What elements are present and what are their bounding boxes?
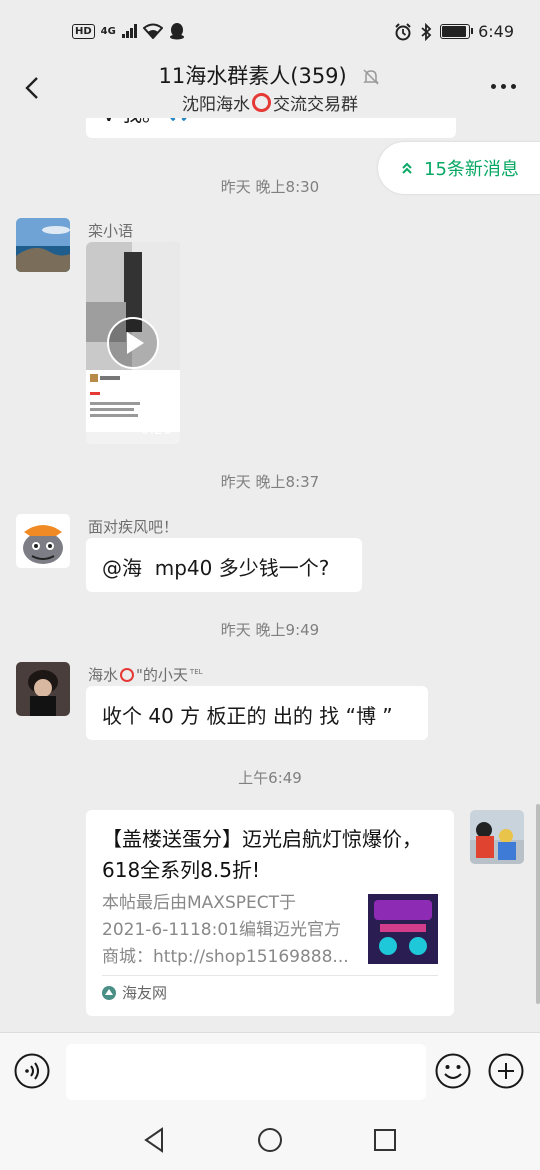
input-bar (0, 1032, 540, 1111)
message-text-3: 收个 40 方 板正的 出的 找 “博 ” (102, 704, 393, 728)
nav-back-icon[interactable] (140, 1125, 170, 1155)
hd-icon: HD (72, 23, 95, 39)
red-circle-emoji-icon (252, 93, 271, 112)
video-duration: 0:20 (140, 422, 172, 438)
link-card-desc-line: 本帖最后由MAXSPECT于 (102, 893, 296, 913)
avatar-xiaotian[interactable] (16, 662, 70, 716)
signal-icon (121, 24, 137, 38)
alarm-icon (395, 22, 411, 40)
subtitle-part-a: 沈阳海水 (182, 95, 250, 115)
previous-message-bubble[interactable]: V 我。 🙏 (86, 118, 456, 138)
battery-icon (440, 24, 474, 39)
message-text-2: @海 mp40 多少钱一个? (102, 556, 330, 580)
link-card-divider (102, 975, 438, 976)
sender-name-2: 面对疾风吧！ (88, 518, 179, 536)
chat-subtitle: 沈阳海水 交流交易群 (0, 90, 540, 115)
link-card-thumbnail (368, 894, 438, 964)
status-left: HD 4G (72, 22, 185, 40)
subtitle-part-b: 交流交易群 (273, 95, 358, 115)
system-nav-bar (0, 1110, 540, 1170)
nav-recents-icon[interactable] (370, 1125, 400, 1155)
sender-name-3-part-a: 海水 (88, 666, 119, 684)
timestamp-3: 昨天 晚上9:49 (220, 621, 320, 639)
praying-hands-emoji-icon: 🙏 (166, 118, 191, 122)
status-right: 6:49 (394, 22, 514, 41)
chat-title[interactable]: 11海水群素人(359) (159, 64, 347, 88)
sender-name-3: 海水 "的小天 TEL (88, 664, 203, 685)
tel-badge: TEL (189, 668, 203, 676)
voice-icon[interactable] (14, 1053, 50, 1089)
timestamp-4: 上午6:49 (238, 769, 302, 787)
timestamp-1: 昨天 晚上8:30 (220, 178, 320, 196)
sender-name-3-part-b: "的小天 (136, 666, 188, 684)
wifi-icon (142, 23, 163, 39)
title-row: 11海水群素人(359) (0, 60, 540, 90)
sender-name-1: 栾小语 (88, 222, 134, 240)
double-chevron-up-icon (402, 162, 412, 174)
emoji-icon[interactable] (435, 1053, 471, 1089)
mute-bell-icon (363, 69, 380, 85)
timestamp-2: 昨天 晚上8:37 (220, 473, 320, 491)
more-dots-icon[interactable] (491, 84, 516, 89)
chat-area[interactable]: V 我。 🙏 15条新消息 昨天 晚上8:30 栾小语 0:20 昨天 晚上8:… (0, 118, 540, 1032)
message-input[interactable] (66, 1044, 426, 1100)
link-card-desc-line: 2021-6-1118:01编辑迈光官方 (102, 920, 341, 940)
bluetooth-icon (421, 22, 432, 41)
nav-home-icon[interactable] (255, 1125, 285, 1155)
status-bar: HD 4G 6:49 (0, 0, 540, 62)
qq-icon (169, 23, 184, 40)
scrollbar[interactable] (536, 804, 540, 1004)
video-message[interactable]: 0:20 (86, 242, 180, 444)
link-card-source: 海友网 (102, 982, 167, 1003)
message-bubble-2[interactable]: @海 mp40 多少钱一个? (86, 538, 362, 592)
link-card-desc-line: 商城：http://shop15169888... (102, 947, 349, 967)
link-card-title: 【盖楼送蛋分】迈光启航灯惊爆价，618全系列8.5折! (102, 827, 422, 882)
red-circle-emoji-icon (120, 668, 135, 682)
avatar-self[interactable] (470, 810, 524, 864)
avatar-wolf[interactable] (16, 514, 70, 568)
network-type: 4G (100, 25, 116, 37)
chat-header: 11海水群素人(359) 沈阳海水 交流交易群 (0, 62, 540, 118)
link-card-description: 本帖最后由MAXSPECT于 2021-6-1118:01编辑迈光官方 商城：h… (102, 890, 352, 971)
previous-message-text: V 我。 (102, 118, 162, 127)
play-icon[interactable] (106, 316, 160, 370)
haiyou-logo-icon (102, 985, 116, 1000)
avatar-luanxiaoyu[interactable] (16, 218, 70, 272)
clock: 6:49 (478, 22, 514, 41)
link-card-source-label: 海友网 (122, 984, 168, 1002)
message-bubble-3[interactable]: 收个 40 方 板正的 出的 找 “博 ” (86, 686, 428, 740)
link-card-message[interactable]: 【盖楼送蛋分】迈光启航灯惊爆价，618全系列8.5折! 本帖最后由MAXSPEC… (86, 810, 454, 1016)
plus-icon[interactable] (488, 1053, 524, 1089)
battery-fill (442, 26, 466, 37)
